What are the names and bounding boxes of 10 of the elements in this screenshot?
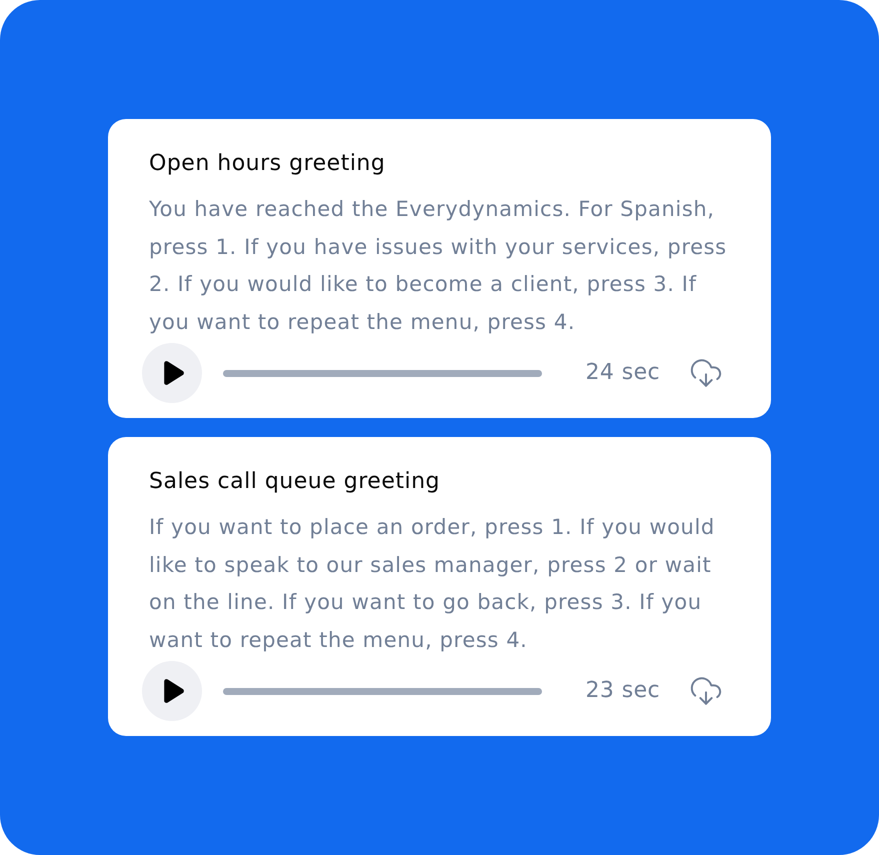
greeting-title: Sales call queue greeting — [148, 468, 442, 496]
play-icon — [164, 361, 184, 385]
greeting-message: You have reached the Everydynamics. For Spanish, press 1. If you have issues with your services, press 2. If you would like to become a client, press 3. If you want to repeat the menu, press 4. — [148, 196, 728, 336]
duration-label: 24 sec — [586, 359, 660, 387]
play-icon — [164, 679, 184, 703]
greeting-message: If you want to place an order, press 1. If you would like to speak to our sales manager, press 2 or wait on the line. If you want to go back, press 3. If you want to repeat the menu, press 4. — [148, 514, 716, 654]
progress-track[interactable] — [223, 370, 542, 376]
greeting-title: Open hours greeting — [148, 150, 386, 178]
progress-track[interactable] — [223, 688, 542, 694]
duration-label: 23 sec — [586, 677, 660, 705]
